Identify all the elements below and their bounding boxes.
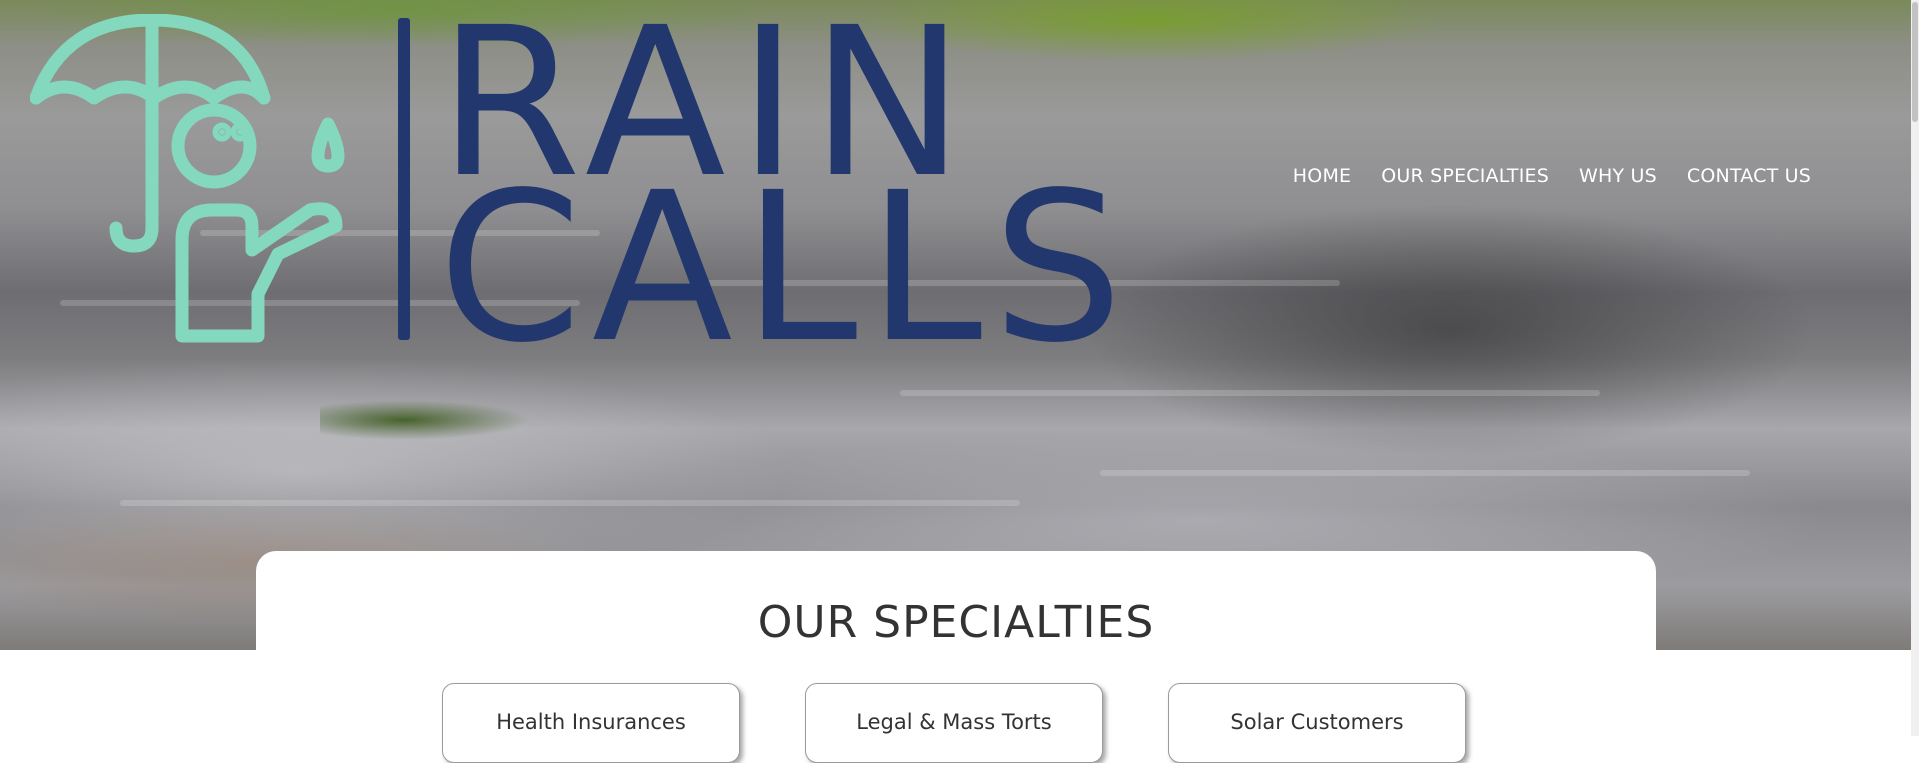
logo-wordmark-calls: CALLS: [438, 148, 1134, 388]
card-solar-customers[interactable]: Solar Customers: [1168, 683, 1466, 763]
nav-home[interactable]: HOME: [1293, 165, 1351, 187]
site-logo[interactable]: RAIN CALLS: [30, 0, 1123, 371]
logo-divider: [398, 18, 410, 340]
nav-why-us[interactable]: WHY US: [1579, 165, 1657, 187]
nav-our-specialties[interactable]: OUR SPECIALTIES: [1381, 165, 1549, 187]
card-legal-mass-torts[interactable]: Legal & Mass Torts: [805, 683, 1103, 763]
nav-contact-us[interactable]: CONTACT US: [1687, 165, 1811, 187]
umbrella-person-icon: [30, 14, 345, 343]
card-health-insurances[interactable]: Health Insurances: [442, 683, 740, 763]
grass-patch: [320, 400, 530, 440]
main-nav: HOME OUR SPECIALTIES WHY US CONTACT US: [1293, 165, 1811, 187]
page-scrollbar[interactable]: [1911, 0, 1919, 736]
specialties-cards: Health Insurances Legal & Mass Torts Sol…: [442, 683, 1466, 763]
scrollbar-thumb[interactable]: [1912, 2, 1918, 122]
specialties-title: OUR SPECIALTIES: [757, 597, 1155, 648]
